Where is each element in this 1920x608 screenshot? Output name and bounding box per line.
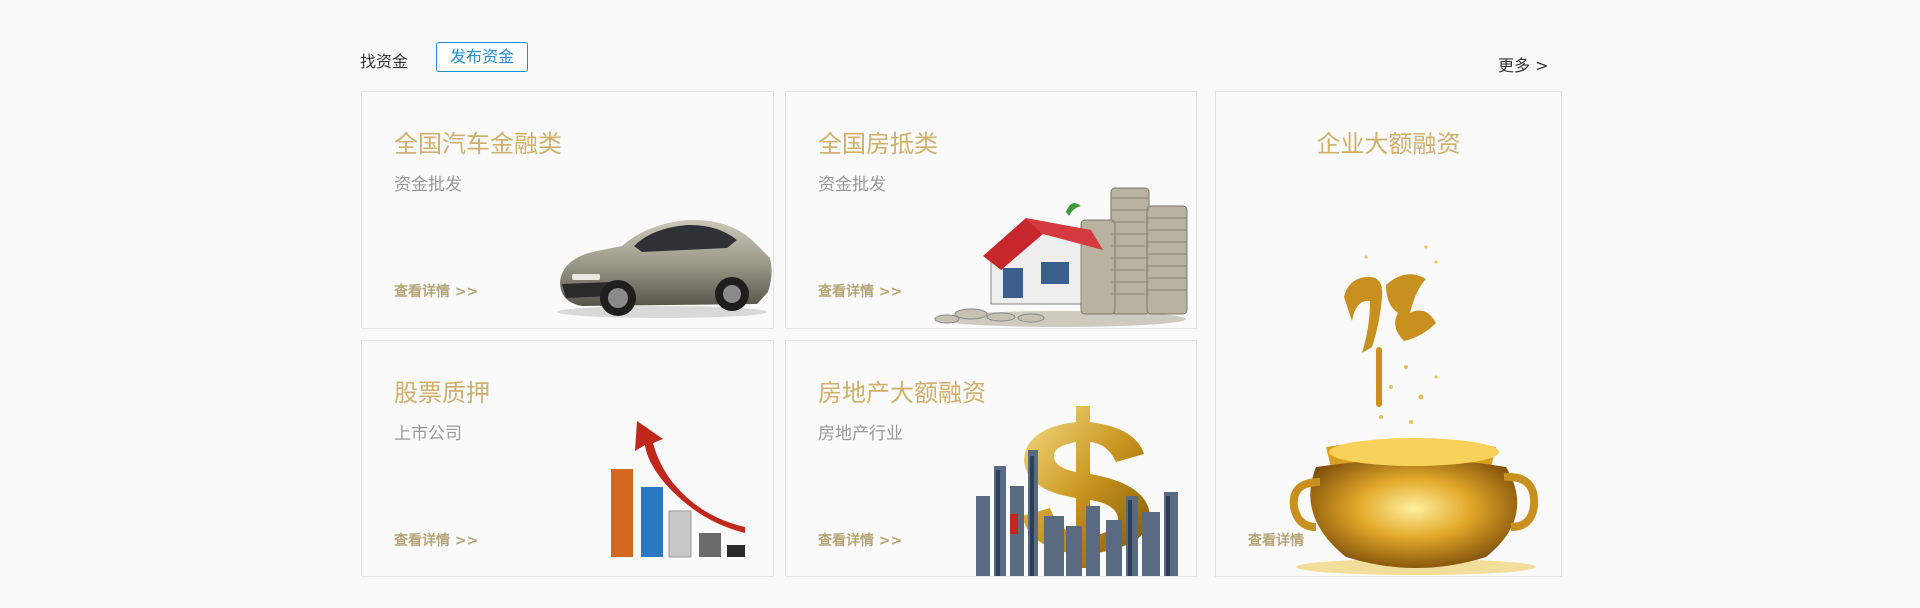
view-details-link[interactable]: 查看详情 >>	[394, 281, 478, 301]
more-link[interactable]: 更多 >	[1498, 52, 1549, 76]
card-title: 全国汽车金融类	[394, 130, 562, 158]
card-subtitle: 房地产行业	[818, 424, 903, 444]
card-title: 全国房抵类	[818, 130, 938, 158]
card-stock-pledge[interactable]: 股票质押 上市公司 查看详情 >>	[361, 340, 774, 577]
card-title: 企业大额融资	[1316, 130, 1461, 158]
card-auto-finance[interactable]: 全国汽车金融类 资金批发 查看详情 >>	[361, 91, 774, 329]
card-real-estate-financing[interactable]: 房地产大额融资 房地产行业 查看详情 >>	[785, 340, 1197, 577]
card-enterprise-financing[interactable]: 企业大额融资 查看详情	[1215, 91, 1562, 577]
house-coins-icon	[934, 187, 1188, 327]
card-title: 股票质押	[394, 379, 490, 407]
rising-chart-icon	[611, 421, 745, 558]
view-details-link[interactable]: 查看详情 >>	[818, 281, 902, 301]
view-details-link[interactable]: 查看详情	[1248, 530, 1304, 550]
card-subtitle: 资金批发	[818, 175, 886, 195]
dollar-city-icon	[976, 406, 1178, 576]
golden-pot-icon	[1289, 245, 1539, 575]
card-subtitle: 资金批发	[394, 175, 462, 195]
card-subtitle: 上市公司	[394, 424, 462, 444]
section-header: 找资金 发布资金 更多 >	[360, 42, 1560, 76]
view-details-link[interactable]: 查看详情 >>	[818, 530, 902, 550]
sports-car-icon	[557, 219, 772, 318]
publish-funds-button[interactable]: 发布资金	[436, 42, 528, 72]
view-details-link[interactable]: 查看详情 >>	[394, 530, 478, 550]
find-funds-label: 找资金	[360, 52, 409, 71]
card-housing-mortgage[interactable]: 全国房抵类 资金批发 查看详情 >>	[785, 91, 1197, 329]
card-title: 房地产大额融资	[818, 379, 986, 407]
